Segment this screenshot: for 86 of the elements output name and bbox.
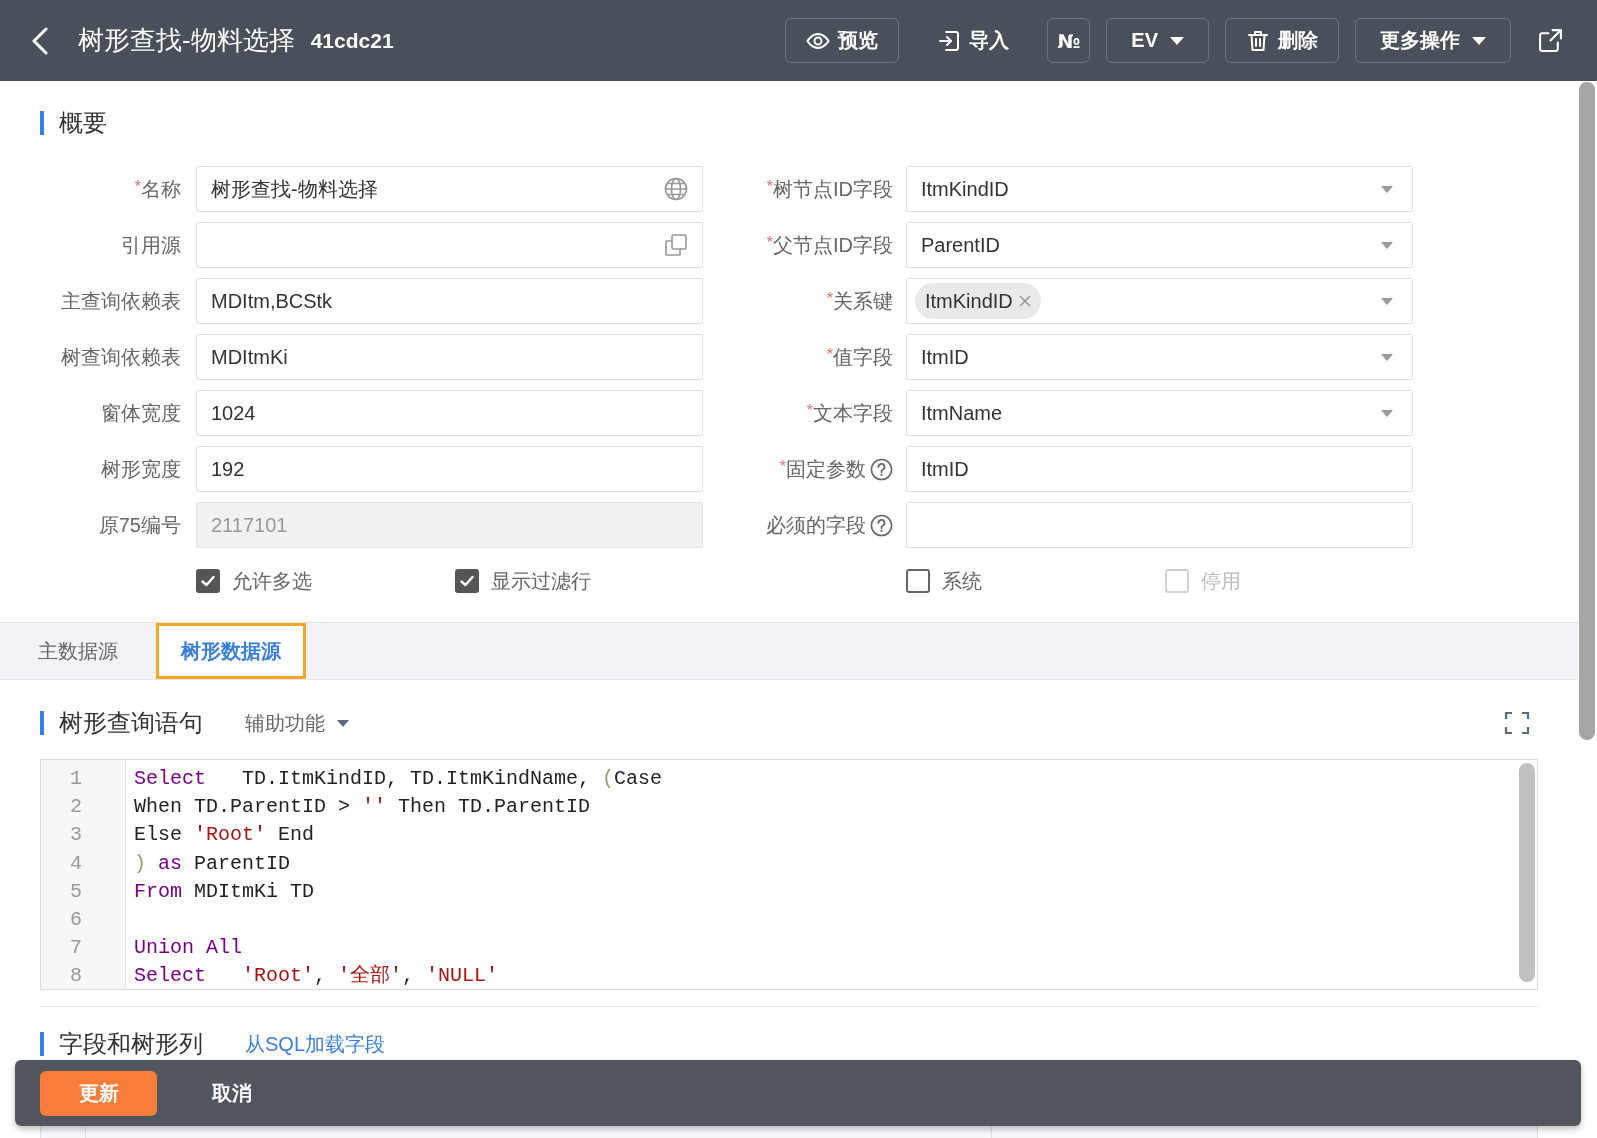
line-number: 1	[69, 766, 83, 792]
share-icon[interactable]	[1538, 28, 1563, 53]
field-label: $^{*}$名称	[134, 176, 181, 202]
checkbox-label[interactable]: 系统	[942, 567, 982, 595]
tag-select-field[interactable]: ItmKindID	[906, 278, 1413, 324]
dropdown-button[interactable]: 辅助功能	[245, 709, 349, 737]
tab[interactable]: 树形数据源	[156, 623, 306, 679]
dropdown-button[interactable]: EV	[1106, 18, 1209, 63]
line-number: 7	[69, 935, 83, 962]
field-label: $^{*}$父节点ID字段	[766, 232, 893, 258]
caret-icon	[1381, 241, 1393, 249]
caret-icon	[1381, 297, 1393, 305]
checkbox[interactable]	[196, 569, 220, 593]
line-number: 2	[69, 794, 83, 821]
checkmark-icon	[200, 573, 216, 589]
text-field[interactable]: 树形查找-物料选择	[196, 166, 703, 212]
code-line: Select TD.ItmKindID, TD.ItmKindName, (Case	[134, 766, 663, 792]
field-label: 必须的字段	[766, 512, 866, 538]
text-field[interactable]: MDItmKi	[196, 334, 703, 380]
select-field[interactable]: ItmName	[906, 390, 1413, 436]
code-line: Else 'Root' End	[134, 822, 315, 849]
back-icon[interactable]	[31, 26, 48, 55]
checkbox[interactable]	[455, 569, 479, 593]
field-label: $^{*}$关系键	[826, 288, 893, 314]
checkbox[interactable]	[906, 569, 930, 593]
section-title: 概要	[40, 111, 107, 135]
field-label: 树查询依赖表	[61, 344, 181, 370]
scrollbar-thumb[interactable]	[1579, 82, 1595, 740]
help-icon[interactable]	[870, 513, 893, 537]
field-label: 窗体宽度	[101, 400, 181, 426]
code-editor[interactable]: 1 2 3 4 5 6 7 8 Select TD.ItmKindID, TD.ItmKindName, (Case When TD.ParentID > '' Then TD.ParentID Else 'Root' End ) as ParentID From MDItmKi TD Union All Select 'Root', '全部', 'NULL'	[40, 759, 1538, 990]
cancel-button[interactable]: 取消	[212, 1070, 252, 1116]
field-label: $^{*}$文本字段	[806, 400, 893, 426]
line-number: 8	[69, 963, 83, 990]
globe-icon[interactable]	[664, 177, 688, 201]
select-field[interactable]: ItmKindID	[906, 166, 1413, 212]
help-icon[interactable]	[870, 457, 893, 481]
section-title: 字段和树形列	[40, 1032, 203, 1056]
tag[interactable]: ItmKindID	[915, 283, 1041, 319]
field-label: 树形宽度	[101, 456, 181, 482]
code-line: Select 'Root', '全部', 'NULL'	[134, 963, 499, 990]
field-label: 引用源	[121, 232, 181, 258]
caret-icon	[1170, 36, 1184, 45]
line-number: 6	[69, 906, 83, 933]
text-field[interactable]: MDItm,BCStk	[196, 278, 703, 324]
caret-icon	[1381, 409, 1393, 417]
field-label: $^{*}$树节点ID字段	[766, 176, 893, 202]
code-line: ) as ParentID	[134, 850, 291, 877]
line-number: 5	[69, 878, 83, 905]
field-label: $^{*}$固定参数	[779, 456, 866, 482]
fullscreen-icon[interactable]	[1504, 711, 1530, 735]
trash-icon	[1246, 28, 1270, 53]
scrollbar-thumb[interactable]	[1519, 763, 1535, 982]
caret-icon	[1472, 36, 1486, 45]
preview-button[interactable]: 预览	[785, 18, 900, 63]
caret-icon	[1381, 353, 1393, 361]
load-fields-link[interactable]: 从SQL加载字段	[245, 1030, 386, 1058]
import-button[interactable]: 导入	[934, 18, 1013, 63]
checkbox-label[interactable]: 允许多选	[232, 567, 312, 595]
section-title: 树形查询语句	[40, 711, 203, 735]
field-label: $^{*}$值字段	[826, 344, 893, 370]
select-field[interactable]: ItmID	[906, 334, 1413, 380]
record-code: 41cdc21	[310, 28, 394, 53]
dropdown-button[interactable]: 更多操作	[1355, 18, 1511, 63]
number-button[interactable]: №	[1047, 18, 1091, 63]
text-field[interactable]: 1024	[196, 390, 703, 436]
delete-button[interactable]: 删除	[1225, 18, 1339, 63]
import-icon	[937, 28, 962, 53]
line-number: 3	[69, 822, 83, 849]
caret-icon	[337, 719, 349, 727]
text-field[interactable]: 192	[196, 446, 703, 492]
text-field[interactable]: ItmID	[906, 446, 1413, 492]
checkmark-icon	[459, 573, 475, 589]
text-field[interactable]	[906, 502, 1413, 548]
field-label: 原75编号	[98, 512, 181, 538]
tab[interactable]: 主数据源	[0, 623, 156, 679]
checkbox-label[interactable]: 显示过滤行	[491, 567, 591, 595]
code-line: When TD.ParentID > '' Then TD.ParentID	[134, 794, 591, 821]
caret-icon	[1381, 185, 1393, 193]
line-number: 4	[69, 850, 83, 877]
code-line: From MDItmKi TD	[134, 878, 315, 905]
text-field[interactable]	[196, 222, 703, 268]
field-label: 主查询依赖表	[61, 288, 181, 314]
page-title: 树形查找-物料选择	[78, 24, 295, 57]
code-line: Union All	[134, 935, 243, 962]
select-field[interactable]: ParentID	[906, 222, 1413, 268]
